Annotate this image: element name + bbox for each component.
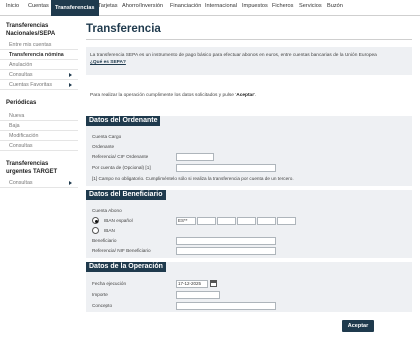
sidebar-item-transferencia-nomina[interactable]: Transferencia nómina: [0, 50, 78, 60]
title-divider: [86, 39, 412, 40]
main-content: Transferencia La transferencia SEPA es u…: [86, 0, 412, 339]
calendar-icon[interactable]: [210, 280, 217, 287]
iban-espanol-label: IBAN español: [104, 218, 133, 223]
sidebar-item-nueva[interactable]: Nueva: [0, 111, 78, 121]
iban-radio[interactable]: [92, 227, 99, 234]
sidebar-group-title-periodicas: Periódicas: [6, 100, 37, 106]
sidebar-item-label: Consultas: [9, 180, 33, 186]
ordenante-label: Ordenante: [92, 144, 115, 149]
referencia-nif-label: Referencia/ NIF Beneficiario: [92, 248, 151, 253]
sidebar-item-label: Cuentas Favoritas: [9, 82, 52, 88]
referencia-cif-label: Referencia/ CIF Ordenante: [92, 154, 149, 159]
sidebar-group-title-nacionales: Transferencias Nacionales/SEPA: [6, 23, 56, 37]
operacion-section: Datos de la Operación Fecha ejecución 17…: [86, 262, 412, 312]
iban-block-input[interactable]: [197, 217, 216, 225]
instruction-action: Aceptar: [236, 93, 255, 98]
sidebar: Transferencias Nacionales/SEPA Entre mis…: [0, 22, 78, 188]
iban-label: IBAN: [104, 228, 115, 233]
sepa-info-text: La transferencia SEPA es un instrumento …: [90, 53, 377, 58]
cuenta-cargo-label: Cuenta Cargo: [92, 134, 122, 139]
por-cuenta-note: [1] Campo no obligatorio. Cumpliméntelo …: [92, 176, 294, 181]
sidebar-item-anulacion[interactable]: Anulación: [0, 60, 78, 70]
beneficiario-input[interactable]: [176, 237, 276, 245]
fecha-ejecucion-input[interactable]: 17-12-2025: [176, 280, 208, 288]
sidebar-item-consultas[interactable]: Consultas: [0, 70, 78, 80]
aceptar-button[interactable]: Aceptar: [342, 320, 374, 332]
sidebar-item-label: Consultas: [9, 72, 33, 78]
chevron-right-icon: [69, 181, 72, 185]
section-heading-ordenante: Datos del Ordenante: [86, 116, 161, 126]
beneficiario-label: Beneficiario: [92, 238, 117, 243]
referencia-nif-input[interactable]: [176, 247, 276, 255]
page-title: Transferencia: [86, 23, 161, 35]
iban-block-input[interactable]: [237, 217, 256, 225]
cuenta-abono-label: Cuenta Abono: [92, 208, 122, 213]
fecha-ejecucion-label: Fecha ejecución: [92, 281, 127, 286]
referencia-cif-input[interactable]: [176, 153, 214, 161]
nav-inicio[interactable]: Inicio: [6, 3, 19, 9]
sidebar-group-title-target: Transferencias urgentes TARGET: [6, 161, 58, 175]
iban-block-input[interactable]: [277, 217, 296, 225]
importe-input[interactable]: [176, 291, 220, 299]
ordenante-section: Datos del Ordenante Cuenta Cargo Ordenan…: [86, 116, 412, 186]
iban-espanol-radio[interactable]: [92, 217, 99, 224]
iban-block-input[interactable]: [217, 217, 236, 225]
chevron-right-icon: [69, 73, 72, 77]
por-cuenta-input[interactable]: [176, 164, 276, 172]
sidebar-item-entre-mis-cuentas[interactable]: Entre mis cuentas: [0, 40, 78, 50]
beneficiario-section: Datos del Beneficiario Cuenta Abono IBAN…: [86, 190, 412, 258]
sepa-info-box: La transferencia SEPA es un instrumento …: [86, 47, 412, 75]
sidebar-item-cuentas-favoritas[interactable]: Cuentas Favoritas: [0, 80, 78, 90]
instruction-text: Para realizar la operación cumplimente l…: [90, 93, 257, 98]
chevron-right-icon: [69, 83, 72, 87]
importe-label: Importe: [92, 292, 108, 297]
section-heading-beneficiario: Datos del Beneficiario: [86, 190, 166, 200]
concepto-input[interactable]: [176, 302, 276, 310]
por-cuenta-label: Por cuenta de (Opcional) [1]: [92, 165, 151, 170]
iban-country-input[interactable]: ES**: [176, 217, 196, 225]
concepto-label: Concepto: [92, 303, 113, 308]
sidebar-item-modificacion[interactable]: Modificación: [0, 131, 78, 141]
nav-cuentas[interactable]: Cuentas: [28, 3, 49, 9]
sidebar-item-consultas-periodicas[interactable]: Consultas: [0, 141, 78, 151]
sidebar-item-consultas-target[interactable]: Consultas: [0, 178, 78, 188]
iban-block-input[interactable]: [257, 217, 276, 225]
instruction-prefix: Para realizar la operación cumplimente l…: [90, 93, 236, 98]
sidebar-item-baja[interactable]: Baja: [0, 121, 78, 131]
sepa-info-link[interactable]: ¿Qué es SEPA?: [90, 59, 408, 66]
section-heading-operacion: Datos de la Operación: [86, 262, 166, 272]
